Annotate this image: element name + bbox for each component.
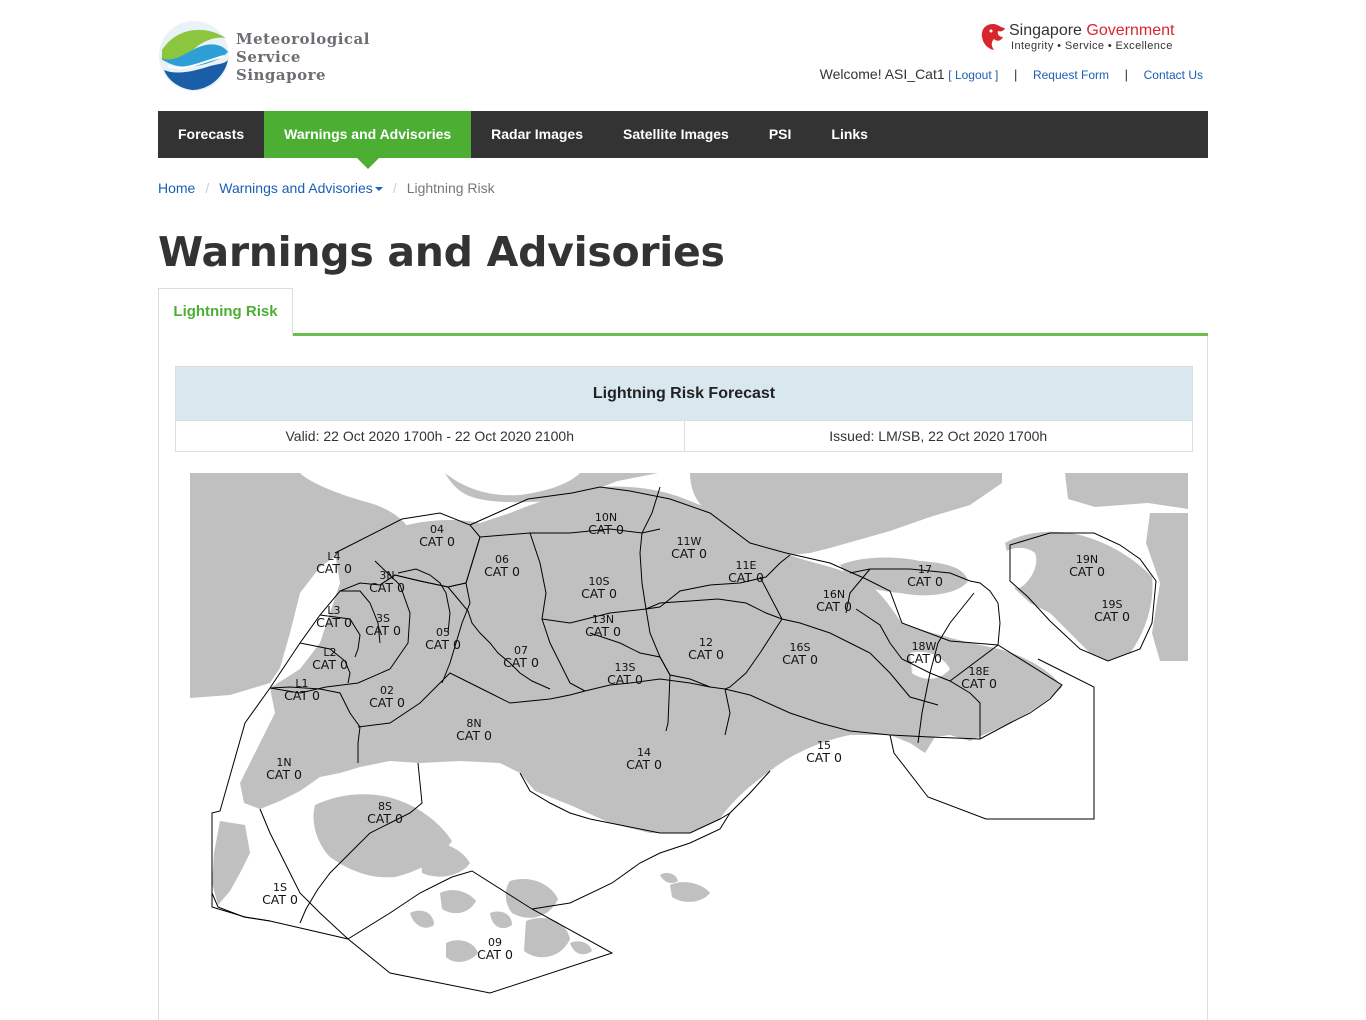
link-separator: | [1124, 67, 1129, 82]
zone-category-label: CAT 0 [367, 811, 403, 826]
zone-category-label: CAT 0 [312, 657, 348, 672]
breadcrumb-section[interactable]: Warnings and Advisories [219, 180, 383, 196]
zone-category-label: CAT 0 [1094, 609, 1130, 624]
contact-us-link[interactable]: Contact Us [1144, 68, 1203, 82]
tab-panel: Lightning Risk Forecast Valid: 22 Oct 20… [158, 336, 1208, 1020]
zone-category-label: CAT 0 [369, 695, 405, 710]
breadcrumb-current: Lightning Risk [406, 180, 495, 196]
zone-category-label: CAT 0 [626, 757, 662, 772]
user-links: Welcome! ASI_Cat1 [ Logout ] | Request F… [820, 66, 1203, 82]
logo-line-1: Meteorological [236, 30, 370, 48]
nav-item-links[interactable]: Links [811, 111, 888, 158]
zone-category-label: CAT 0 [503, 655, 539, 670]
merlion-icon [981, 24, 1005, 50]
request-form-link[interactable]: Request Form [1033, 68, 1109, 82]
zone-category-label: CAT 0 [907, 574, 943, 589]
link-separator: | [1013, 67, 1018, 82]
zone-category-label: CAT 0 [728, 570, 764, 585]
tab-lightning-risk[interactable]: Lightning Risk [158, 288, 293, 336]
zone-category-label: CAT 0 [607, 672, 643, 687]
zone-category-label: CAT 0 [806, 750, 842, 765]
mss-wave-logo-icon [159, 21, 229, 91]
gov-name-government: Government [1086, 22, 1175, 39]
zone-category-label: CAT 0 [671, 546, 707, 561]
nav-item-warnings-and-advisories[interactable]: Warnings and Advisories [264, 111, 472, 169]
gov-tagline: Integrity • Service • Excellence [1011, 40, 1173, 52]
logo-line-3: Singapore [236, 66, 327, 84]
zone-category-label: CAT 0 [585, 624, 621, 639]
forecast-valid: Valid: 22 Oct 2020 1700h - 22 Oct 2020 2… [285, 428, 574, 444]
zone-category-label: CAT 0 [425, 637, 461, 652]
mss-logo[interactable]: Meteorological Service Singapore [158, 20, 418, 92]
zone-category-label: CAT 0 [262, 892, 298, 907]
gov-name: Singapore Government [1009, 22, 1174, 40]
caret-down-icon [374, 187, 383, 192]
zone-category-label: CAT 0 [1069, 564, 1105, 579]
lightning-risk-map: 04 CAT 0 L4 CAT 0 3N CAT 0 06 CAT 0 10N CAT 0 11W C… [190, 473, 1188, 1020]
welcome-text: Welcome! ASI_Cat1 [819, 66, 945, 82]
zone-category-label: CAT 0 [782, 652, 818, 667]
forecast-table: Lightning Risk Forecast Valid: 22 Oct 20… [175, 366, 1193, 452]
zone-category-label: CAT 0 [581, 586, 617, 601]
zone-category-label: CAT 0 [477, 947, 513, 962]
gov-name-singapore: Singapore [1009, 22, 1082, 39]
mss-logo-text: Meteorological Service Singapore [236, 30, 370, 84]
zone-category-label: CAT 0 [588, 522, 624, 537]
zone-category-label: CAT 0 [484, 564, 520, 579]
logo-line-2: Service [236, 48, 301, 66]
nav-item-psi[interactable]: PSI [749, 111, 812, 158]
zone-category-label: CAT 0 [961, 676, 997, 691]
main-nav: Forecasts Warnings and Advisories Radar … [158, 111, 1208, 169]
zone-category-label: CAT 0 [284, 688, 320, 703]
zone-category-label: CAT 0 [816, 599, 852, 614]
zone-category-label: CAT 0 [369, 580, 405, 595]
forecast-heading: Lightning Risk Forecast [176, 367, 1192, 420]
zone-category-label: CAT 0 [266, 767, 302, 782]
nav-item-satellite-images[interactable]: Satellite Images [603, 111, 749, 158]
nav-item-radar-images[interactable]: Radar Images [471, 111, 603, 158]
breadcrumb-home[interactable]: Home [158, 180, 195, 196]
zone-category-label: CAT 0 [456, 728, 492, 743]
breadcrumb-divider: / [392, 180, 397, 196]
zone-category-label: CAT 0 [316, 561, 352, 576]
tab-bar: Lightning Risk [158, 288, 1208, 336]
breadcrumb: Home / Warnings and Advisories / Lightning R… [158, 180, 495, 196]
zone-category-label: CAT 0 [419, 534, 455, 549]
zone-category-label: CAT 0 [365, 623, 401, 638]
zone-category-label: CAT 0 [316, 615, 352, 630]
lightning-map-svg: 04CAT 0L4CAT 0 3NCAT 006CAT 010NCAT 011WC… [190, 473, 1188, 1020]
logout-link[interactable]: [ Logout ] [948, 68, 998, 82]
breadcrumb-section-label: Warnings and Advisories [219, 180, 373, 196]
nav-item-forecasts[interactable]: Forecasts [158, 111, 264, 158]
page-title: Warnings and Advisories [158, 228, 725, 276]
zone-category-label: CAT 0 [688, 647, 724, 662]
zone-category-label: CAT 0 [906, 651, 942, 666]
forecast-info-row: Valid: 22 Oct 2020 1700h - 22 Oct 2020 2… [176, 420, 1192, 451]
singapore-government-brand[interactable]: Singapore Government Integrity • Service… [979, 22, 1204, 56]
breadcrumb-divider: / [205, 180, 210, 196]
forecast-issued: Issued: LM/SB, 22 Oct 2020 1700h [683, 421, 1193, 451]
